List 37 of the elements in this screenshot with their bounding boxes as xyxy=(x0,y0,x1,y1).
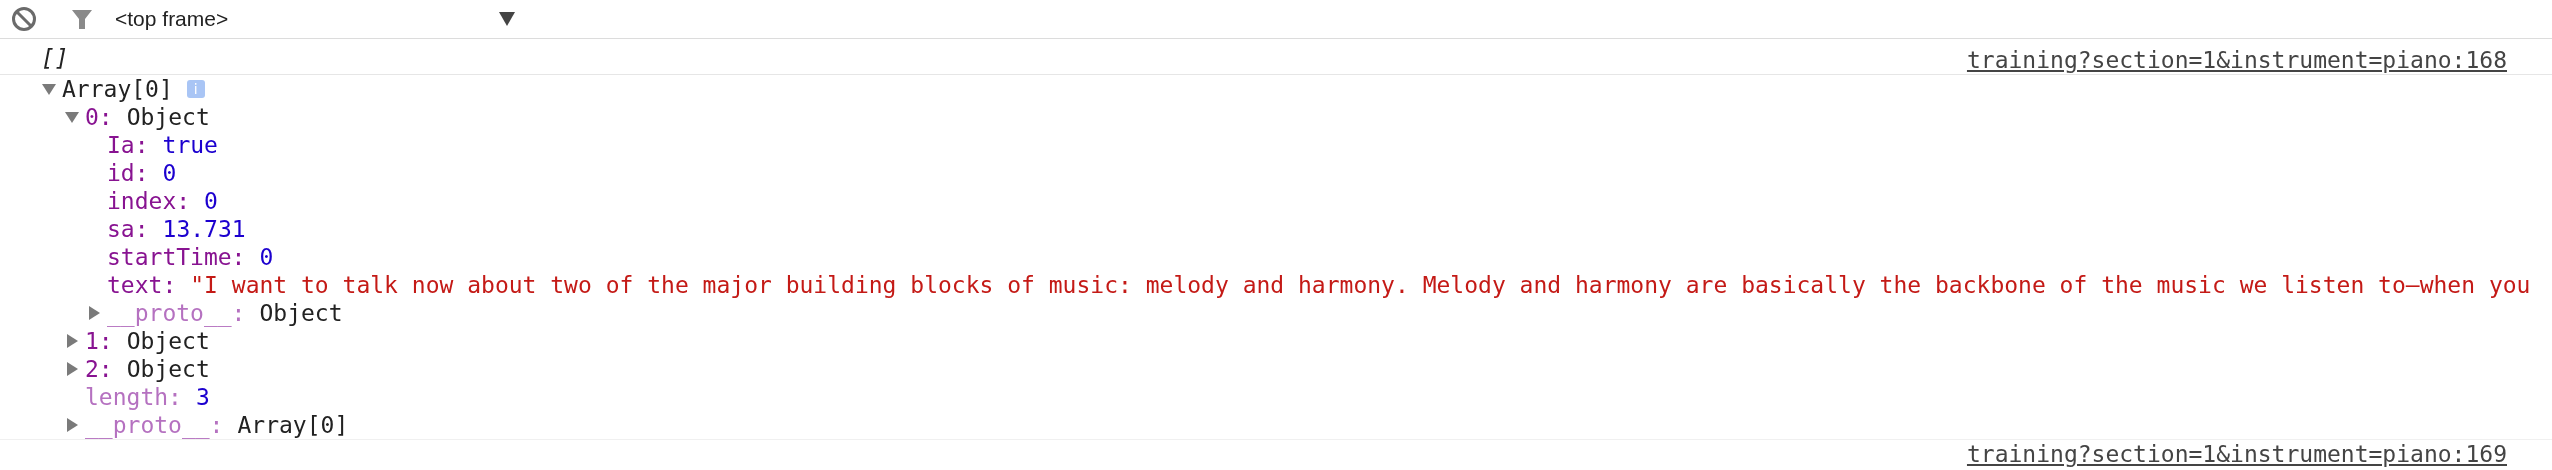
property-value: true xyxy=(162,130,218,160)
property-name: Ia: xyxy=(107,130,149,160)
collapse-triangle-icon[interactable] xyxy=(65,110,79,124)
dropdown-arrow-icon xyxy=(499,12,515,26)
property-value: Object xyxy=(126,354,210,384)
property-value: 0 xyxy=(259,242,274,272)
property-name: 1: xyxy=(85,327,113,356)
property-value: 0 xyxy=(162,158,177,188)
log-message: [] xyxy=(41,44,69,74)
source-link[interactable]: training?section=1&instrument=piano:169 xyxy=(1966,443,2507,465)
property-value: Array[0] xyxy=(237,410,349,440)
property-value: Object xyxy=(126,102,210,132)
property-value: Object xyxy=(259,298,343,328)
property-name: id: xyxy=(107,158,149,188)
property-name: length: xyxy=(85,382,183,412)
property-value: Object xyxy=(126,327,210,356)
property-name: sa: xyxy=(107,214,149,244)
property-name: text: xyxy=(107,270,177,300)
source-link[interactable]: training?section=1&instrument=piano:168 xyxy=(1966,49,2507,71)
property-value: 0 xyxy=(204,186,218,216)
property-value: "I want to talk now about two of the major building blocks of music: melody and harmony. Melody and harmony are basically the backbone of the music we listen to—when you xyxy=(190,270,2531,300)
expand-triangle-icon[interactable] xyxy=(65,418,79,432)
property-name: __proto__: xyxy=(85,410,225,441)
property-name: startTime: xyxy=(107,242,246,272)
property-value: 3 xyxy=(195,382,210,412)
expand-triangle-icon[interactable] xyxy=(87,306,101,320)
expand-triangle-icon[interactable] xyxy=(65,362,79,376)
collapse-triangle-icon[interactable] xyxy=(42,82,56,96)
clear-console-icon[interactable] xyxy=(11,6,37,32)
frame-selector[interactable]: <top frame> xyxy=(115,3,515,35)
property-name: 0: xyxy=(85,102,113,132)
property-name: 2: xyxy=(85,354,113,384)
expand-triangle-icon[interactable] xyxy=(65,334,79,348)
property-name: __proto__: xyxy=(107,298,247,329)
property-value: 13.731 xyxy=(162,214,246,244)
object-label: Array[0] xyxy=(62,74,173,104)
property-name: index: xyxy=(107,186,191,216)
